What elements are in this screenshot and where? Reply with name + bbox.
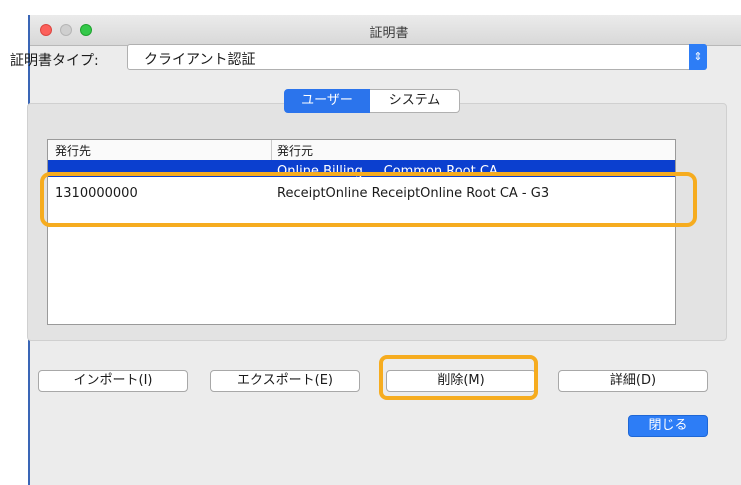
select-arrows-icon: ⇕ [689,44,707,70]
table-header: 発行先 発行元 [48,140,675,161]
column-divider [271,140,272,160]
column-header-issuer[interactable]: 発行元 [277,142,313,159]
certificate-type-value: クライアント認証 [144,52,256,68]
certificate-table[interactable]: 発行先 発行元 Online Billing ... Common Root C… [47,139,676,325]
window-title: 証明書 [369,26,409,41]
title-bar: 証明書 [30,15,741,46]
detail-button[interactable]: 詳細(D) [558,370,708,392]
certificate-type-label: 証明書タイプ: [10,53,99,69]
store-segmented-control: ユーザー システム [284,89,460,113]
tab-system[interactable]: システム [370,89,460,113]
certificate-type-select[interactable]: クライアント認証 ⇕ [127,44,707,70]
row-highlight-annotation [40,172,697,227]
delete-highlight-annotation [379,355,538,400]
tab-user[interactable]: ユーザー [284,89,370,113]
import-button[interactable]: インポート(I) [38,370,188,392]
close-button[interactable]: 閉じる [628,415,708,437]
column-header-issued-to[interactable]: 発行先 [55,142,91,159]
export-button[interactable]: エクスポート(E) [210,370,360,392]
